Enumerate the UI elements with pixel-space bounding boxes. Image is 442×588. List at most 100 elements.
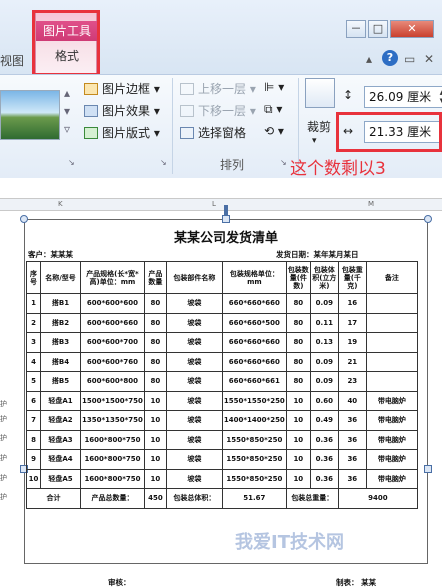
table-row: 2 搭B2 600*600*660 80 坡袋 660*660*500 80 0.11 17 — [26, 312, 419, 333]
table-cell: 600*600*760 — [80, 351, 145, 372]
picture-layout-button[interactable]: 图片版式 ▾ — [84, 124, 160, 141]
table-cell: 0.09 — [309, 293, 339, 314]
table-cell: 带电脑炉 — [365, 429, 419, 450]
table-cell: 搭B2 — [40, 312, 81, 333]
col-header: 名称/型号 — [40, 261, 81, 294]
col-header: 包装数量(件数) — [285, 261, 311, 294]
ribbon-tab-bar: 图片工具 格式 视图 － □ ✕ ? ▴ ▭ ✕ — [0, 0, 442, 76]
table-cell: 10 — [285, 449, 311, 470]
height-spinner[interactable]: 26.09 厘米 ▲▼ — [364, 86, 442, 108]
resize-handle[interactable] — [20, 215, 28, 223]
maximize-button[interactable]: □ — [368, 20, 388, 38]
send-backward-button[interactable]: 下移一层 ▾ — [180, 102, 256, 119]
table-cell: 36 — [337, 429, 367, 450]
table-cell: 19 — [337, 332, 367, 353]
table-cell: 0.36 — [309, 449, 339, 470]
align-button[interactable]: ⊫ ▾ — [264, 80, 284, 94]
ruler-label: M — [368, 200, 375, 208]
send-backward-icon — [180, 105, 194, 117]
picture-effects-button[interactable]: 图片效果 ▾ — [84, 102, 160, 119]
col-header: 包装规格单位：mm — [221, 261, 287, 294]
table-row: 4 搭B4 600*600*760 80 坡袋 660*660*660 80 0.09 21 — [26, 351, 419, 372]
table-cell: 0.36 — [309, 429, 339, 450]
customer-label: 客户：某某某 — [28, 250, 73, 259]
table-cell: 660*660*660 — [221, 293, 287, 314]
table-cell: 10 — [143, 410, 167, 431]
picture-styles-dialog-launcher-icon[interactable]: ↘ — [160, 158, 167, 167]
review-label: 审核： — [108, 578, 131, 587]
table-cell: 1 — [26, 293, 41, 314]
styles-dialog-launcher-icon[interactable]: ↘ — [68, 158, 75, 167]
table-cell: 坡袋 — [165, 351, 223, 372]
table-cell: 600*600*660 — [80, 312, 145, 333]
table-cell: 1550*1550*250 — [221, 390, 287, 411]
table-cell — [365, 293, 419, 314]
totals-row: 合计 产品总数量： 450 包装总体积： 51.67 包装总重量： 9400 — [26, 488, 419, 509]
table-cell: 9 — [26, 449, 41, 470]
table-cell: 10 — [26, 468, 41, 489]
resize-handle[interactable] — [424, 215, 432, 223]
picture-layout-icon — [84, 127, 98, 139]
table-cell: 3 — [26, 332, 41, 353]
selection-pane-button[interactable]: 选择窗格 — [180, 124, 246, 141]
group-button[interactable]: ⧉ ▾ — [264, 102, 282, 117]
table-cell: 10 — [285, 410, 311, 431]
resize-handle[interactable] — [424, 465, 432, 473]
rotate-handle-icon[interactable] — [224, 205, 228, 215]
col-header: 序号 — [26, 261, 41, 294]
table-cell: 80 — [143, 332, 167, 353]
ribbon-minimize-icon[interactable]: ▴ — [366, 52, 372, 66]
table-cell: 40 — [337, 390, 367, 411]
table-cell: 1400*1400*250 — [221, 410, 287, 431]
table-cell: 6 — [26, 390, 41, 411]
arrange-group-label: 排列 — [220, 158, 245, 172]
resize-handle[interactable] — [222, 215, 230, 223]
table-cell — [365, 312, 419, 333]
table-cell: 轻盘A3 — [40, 429, 81, 450]
crop-icon[interactable] — [305, 78, 335, 108]
column-ruler: K L M — [0, 199, 442, 211]
help-icon[interactable]: ? — [382, 50, 398, 66]
table-cell: 5 — [26, 371, 41, 392]
col-header: 包装体积(立方米) — [309, 261, 339, 294]
table-cell: 10 — [285, 468, 311, 489]
left-stub-cell: 护 — [0, 474, 7, 482]
picture-style-thumbnail[interactable] — [0, 90, 60, 140]
bring-forward-button[interactable]: 上移一层 ▾ — [180, 80, 256, 97]
crop-button[interactable]: 裁剪 — [307, 118, 331, 135]
styles-scroll-down-icon[interactable]: ▾ — [64, 104, 70, 118]
styles-more-icon[interactable]: ▿ — [64, 122, 70, 136]
table-cell: 36 — [337, 410, 367, 431]
picture-border-button[interactable]: 图片边框 ▾ — [84, 80, 160, 97]
styles-scroll-up-icon[interactable]: ▴ — [64, 86, 70, 100]
table-cell: 1600*800*750 — [80, 449, 145, 470]
table-cell — [365, 332, 419, 353]
doc-close-icon[interactable]: ✕ — [424, 52, 434, 66]
table-cell: 轻盘A4 — [40, 449, 81, 470]
table-cell: 10 — [143, 449, 167, 470]
table-cell: 0.49 — [309, 410, 339, 431]
qty-value: 450 — [143, 488, 167, 509]
table-cell: 1550*850*250 — [221, 449, 287, 470]
table-cell: 带电脑炉 — [365, 410, 419, 431]
col-header: 备注 — [365, 261, 419, 294]
table-cell: 1350*1350*750 — [80, 410, 145, 431]
table-cell — [365, 371, 419, 392]
minimize-button[interactable]: － — [346, 20, 366, 38]
size-dialog-launcher-icon[interactable]: ↘ — [280, 158, 287, 167]
crop-dropdown-icon[interactable]: ▾ — [312, 136, 317, 146]
left-stub-cell: 护 — [0, 400, 7, 408]
selection-pane-icon — [180, 127, 194, 139]
table-cell: 80 — [285, 332, 311, 353]
ruler-label: L — [212, 200, 216, 208]
table-row: 8 轻盘A3 1600*800*750 10 坡袋 1550*850*250 10 0.36 3… — [26, 429, 419, 450]
close-button[interactable]: ✕ — [390, 20, 434, 38]
rotate-button[interactable]: ⟲ ▾ — [264, 124, 284, 138]
ship-date: 发货日期：某年某月某日 — [276, 250, 359, 259]
table-cell: 80 — [143, 293, 167, 314]
table-cell: 23 — [337, 371, 367, 392]
doc-minimize-icon[interactable]: ▭ — [404, 52, 415, 66]
table-cell: 坡袋 — [165, 410, 223, 431]
table-cell: 坡袋 — [165, 312, 223, 333]
tab-view[interactable]: 视图 — [0, 52, 24, 69]
